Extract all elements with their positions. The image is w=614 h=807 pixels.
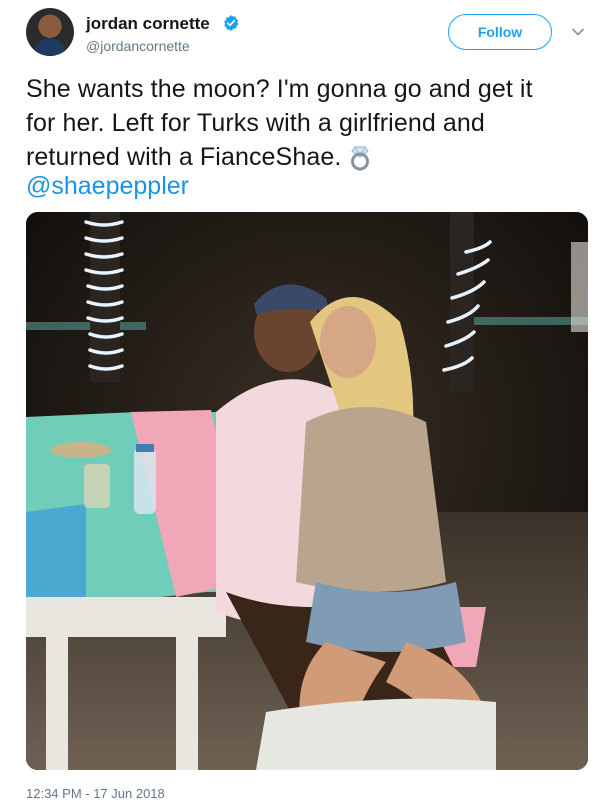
verified-badge-icon bbox=[224, 15, 239, 31]
tweet-text-line: returned with a FianceShae. bbox=[26, 140, 596, 174]
chevron-down-icon[interactable] bbox=[570, 24, 586, 40]
follow-button[interactable]: Follow bbox=[448, 14, 552, 50]
tweet-text-line: She wants the moon? I'm gonna go and get… bbox=[26, 75, 533, 103]
user-handle[interactable]: @jordancornette bbox=[86, 38, 190, 54]
avatar[interactable] bbox=[26, 8, 74, 56]
tweet-header: jordan cornette @jordancornette Follow bbox=[26, 8, 596, 60]
display-name[interactable]: jordan cornette bbox=[86, 14, 210, 34]
mention-link[interactable]: @shaepeppler bbox=[26, 172, 189, 201]
tweet-photo[interactable] bbox=[26, 212, 588, 770]
tweet-text: She wants the moon? I'm gonna go and get… bbox=[26, 72, 596, 174]
tweet-timestamp[interactable]: 12:34 PM - 17 Jun 2018 bbox=[26, 786, 165, 801]
tweet-text-segment: returned with a FianceShae. bbox=[26, 143, 342, 171]
ring-emoji-icon bbox=[351, 146, 370, 171]
photo-illustration bbox=[26, 212, 588, 770]
tweet-text-line: for her. Left for Turks with a girlfrien… bbox=[26, 109, 485, 137]
